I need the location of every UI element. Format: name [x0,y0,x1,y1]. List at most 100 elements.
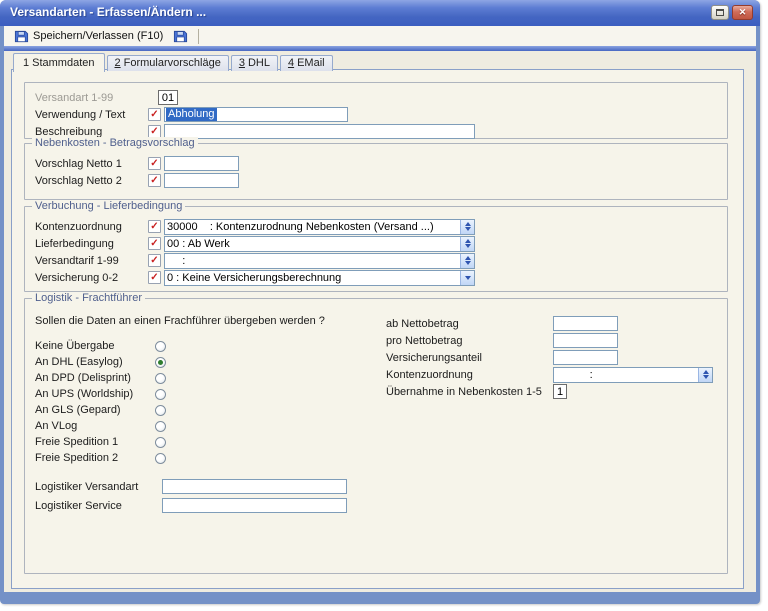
logistiker-service-input[interactable] [162,498,347,513]
maximize-button[interactable] [711,5,729,20]
red-check-icon: ✓ [150,255,158,266]
check-button[interactable]: ✓ [148,174,161,187]
red-check-icon: ✓ [150,158,158,169]
beschreibung-input[interactable] [164,124,475,139]
group-stammdaten: Versandart 1-99 Verwendung / Text ✓ Abho… [24,82,728,139]
titlebar[interactable]: Versandarten - Erfassen/Ändern ... ✕ [0,0,760,26]
radio-an-dhl[interactable] [155,357,166,368]
radio-an-ups[interactable] [155,389,166,400]
combo-value: 30000 : Kontenzurodnung Nebenkosten (Ver… [165,220,460,234]
versicherung-combo[interactable]: 0 : Keine Versicherungsberechnung [164,270,475,286]
spinner-button[interactable] [698,368,712,382]
radio-label: Freie Spedition 2 [35,452,155,464]
logistiker-service-row: Logistiker Service [35,496,347,515]
save-button[interactable] [168,27,193,45]
vorschlag-netto-1-input[interactable] [164,156,239,171]
logistik-kontenzuordnung-combo[interactable]: : [553,367,713,383]
radio-label: An UPS (Worldship) [35,388,155,400]
spinner-button[interactable] [460,237,474,251]
group-legend: Logistik - Frachtführer [32,292,145,305]
tab-email[interactable]: 4EMail [280,55,333,71]
field-label: Verwendung / Text [35,109,148,121]
logistik-kontenzuordnung-row: Kontenzuordnung : [386,366,726,383]
radio-an-vlog[interactable] [155,421,166,432]
save-icon [173,29,188,44]
spinner-button[interactable] [460,254,474,268]
app-window: Versandarten - Erfassen/Ändern ... ✕ [0,0,760,604]
versicherungsanteil-row: Versicherungsanteil [386,349,726,366]
toolbar: Speichern/Verlassen (F10) [4,26,756,46]
ab-nettobetrag-input[interactable] [553,316,618,331]
logistiker-versandart-row: Logistiker Versandart [35,477,347,496]
versicherungsanteil-input[interactable] [553,350,618,365]
dropdown-button[interactable] [460,271,474,285]
field-label: Vorschlag Netto 2 [35,175,148,187]
maximize-icon [716,9,724,16]
radio-an-dpd[interactable] [155,373,166,384]
tab-label: EMail [297,57,325,69]
check-button[interactable]: ✓ [148,237,161,250]
kontenzuordnung-combo[interactable]: 30000 : Kontenzurodnung Nebenkosten (Ver… [164,219,475,235]
field-label: pro Nettobetrag [386,335,553,347]
verwendung-input[interactable]: Abholung [164,107,348,122]
close-button[interactable]: ✕ [732,5,753,20]
radio-label: An DHL (Easylog) [35,356,155,368]
group-legend: Nebenkosten - Betragsvorschlag [32,137,198,150]
versandtarif-row: Versandtarif 1-99 ✓ : [35,252,727,269]
tab-stammdaten[interactable]: 1Stammdaten [13,53,105,72]
vorschlag-netto-2-input[interactable] [164,173,239,188]
red-check-icon: ✓ [150,109,158,120]
group-logistik: Logistik - Frachtführer Sollen die Daten… [24,298,728,574]
tab-number: 3 [239,57,245,69]
tab-dhl[interactable]: 3DHL [231,55,278,71]
selected-text: Abholung [166,108,217,121]
field-label: Vorschlag Netto 1 [35,158,148,170]
tab-label: Stammdaten [32,57,94,69]
radio-freie-spedition-1[interactable] [155,437,166,448]
field-label: Kontenzuordnung [35,221,148,233]
combo-value: : [554,368,698,382]
logistik-right-fields: ab Nettobetrag pro Nettobetrag Versicher… [386,315,726,400]
pro-nettobetrag-input[interactable] [553,333,618,348]
tab-number: 2 [115,57,121,69]
tab-label: Formularvorschläge [124,57,221,69]
spinner-button[interactable] [460,220,474,234]
versandtarif-combo[interactable]: : [164,253,475,269]
tab-formularvorschlaege[interactable]: 2Formularvorschläge [107,55,229,71]
red-check-icon: ✓ [150,238,158,249]
radio-label: Keine Übergabe [35,340,155,352]
dialog-body: 1Stammdaten 2Formularvorschläge 3DHL 4EM… [4,51,756,592]
radio-an-gls[interactable] [155,405,166,416]
arrow-down-icon [465,244,471,248]
check-button[interactable]: ✓ [148,271,161,284]
logistiker-versandart-input[interactable] [162,479,347,494]
versandart-input[interactable] [158,90,178,105]
check-button[interactable]: ✓ [148,254,161,267]
save-exit-button[interactable]: Speichern/Verlassen (F10) [9,27,168,45]
field-label: Logistiker Versandart [35,481,162,493]
tab-number: 4 [288,57,294,69]
red-check-icon: ✓ [150,175,158,186]
field-label: Versicherungsanteil [386,352,553,364]
chevron-down-icon [465,276,471,280]
radio-keine-uebergabe[interactable] [155,341,166,352]
radio-label: An VLog [35,420,155,432]
lieferbedingung-combo[interactable]: 00 : Ab Werk [164,236,475,252]
uebernahme-row: Übernahme in Nebenkosten 1-5 [386,383,726,400]
check-button[interactable]: ✓ [148,157,161,170]
check-button[interactable]: ✓ [148,108,161,121]
combo-value: 00 : Ab Werk [165,237,460,251]
field-label: Versandart 1-99 [35,92,148,104]
tab-content-panel: Versandart 1-99 Verwendung / Text ✓ Abho… [11,69,744,589]
arrow-down-icon [465,227,471,231]
window-controls: ✕ [711,5,753,20]
check-button[interactable]: ✓ [148,220,161,233]
kontenzuordnung-row: Kontenzuordnung ✓ 30000 : Kontenzurodnun… [35,218,727,235]
uebernahme-nebenkosten-input[interactable] [553,384,567,399]
radio-freie-spedition-2[interactable] [155,453,166,464]
logistiker-fields: Logistiker Versandart Logistiker Service [35,477,347,515]
group-verbuchung: Verbuchung - Lieferbedingung Kontenzuord… [24,206,728,292]
window-title: Versandarten - Erfassen/Ändern ... [10,5,711,19]
screen: Versandarten - Erfassen/Ändern ... ✕ [0,0,768,611]
radio-label: An DPD (Delisprint) [35,372,155,384]
